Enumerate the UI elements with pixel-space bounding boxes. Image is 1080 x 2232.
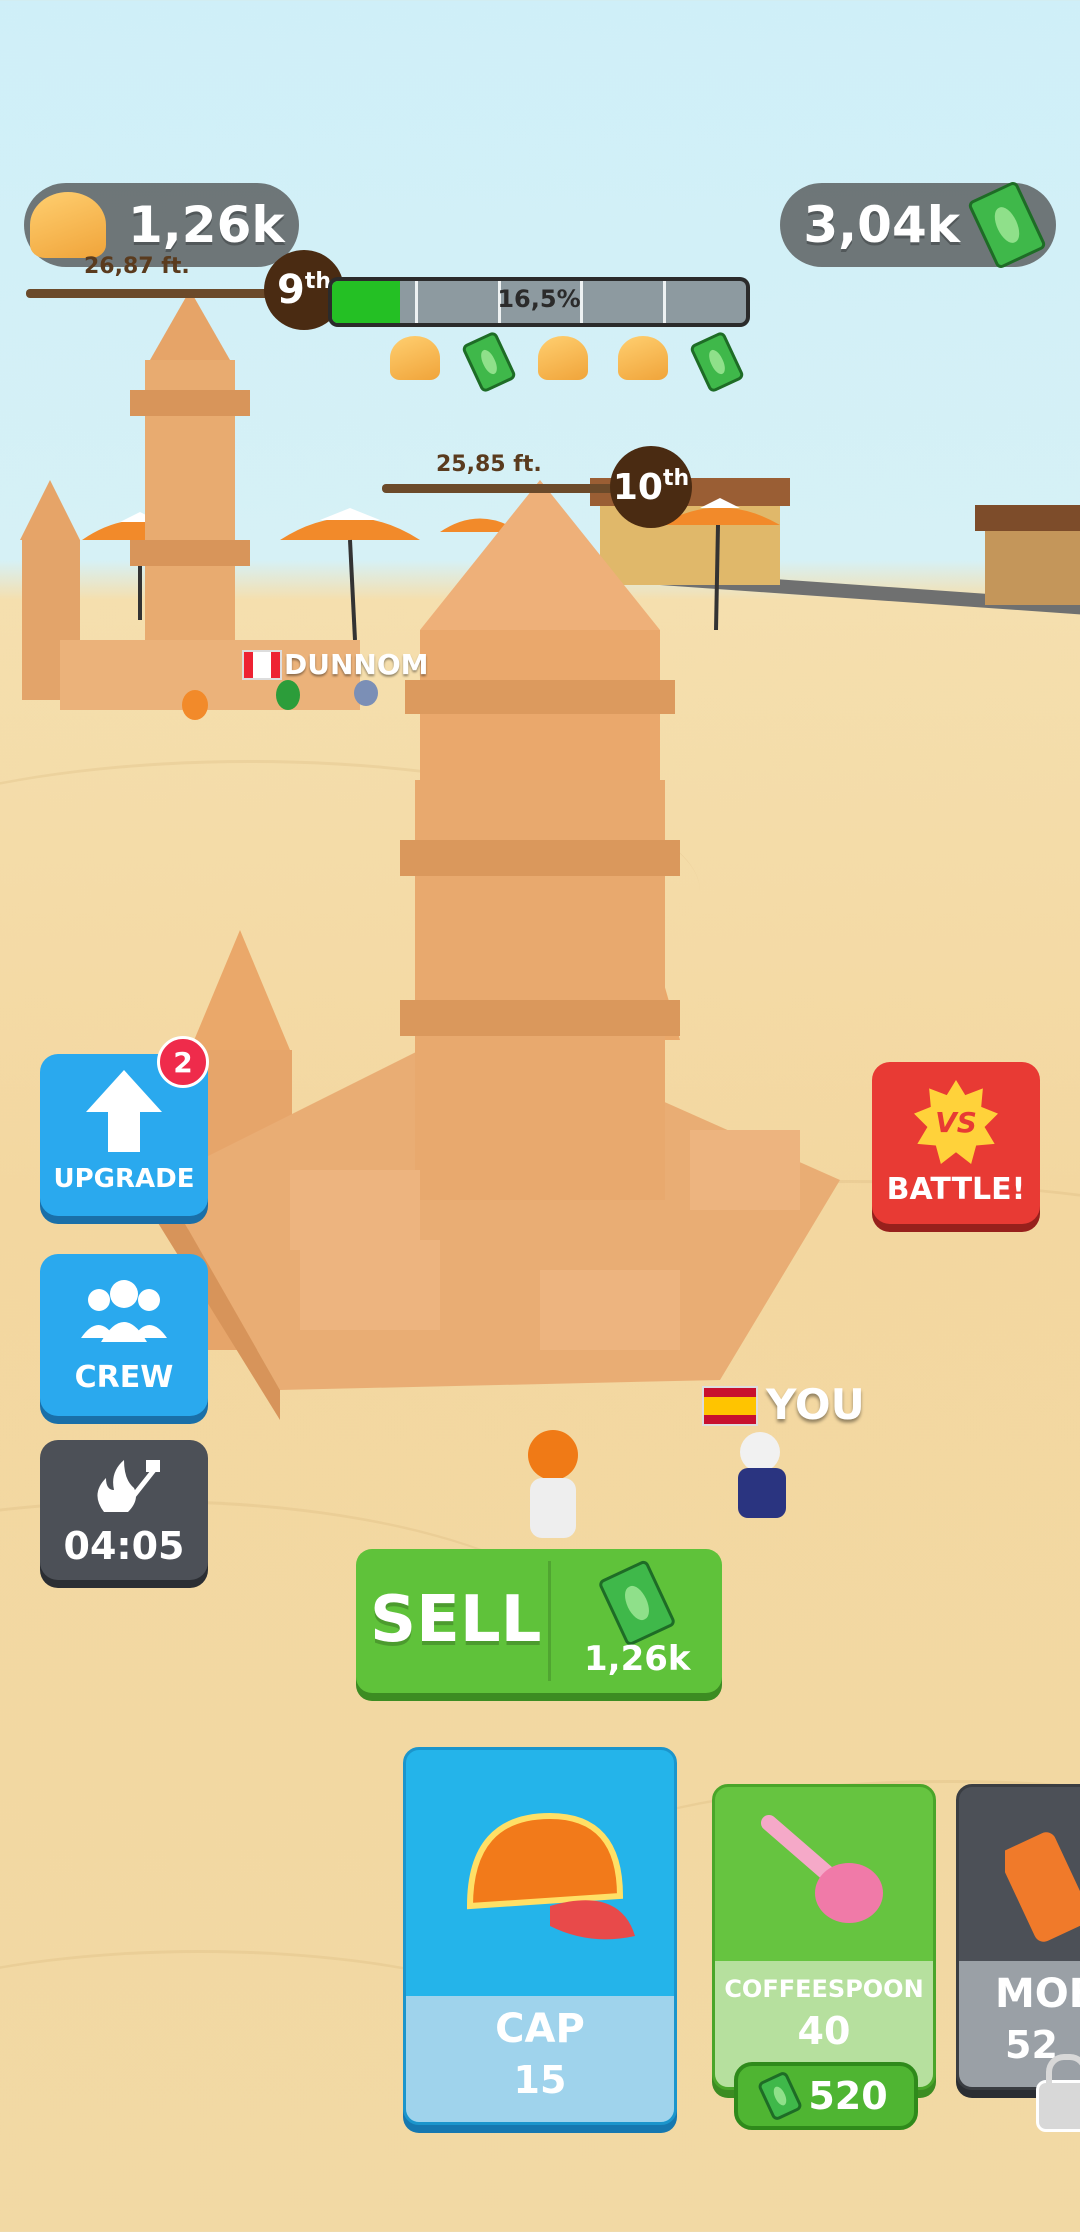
- fire-shovel-icon: [97, 1460, 160, 1512]
- crew-button[interactable]: CREW: [40, 1254, 208, 1416]
- rival-height-bar: [382, 484, 632, 493]
- sand-pile-icon: [30, 192, 106, 258]
- money-icon: [756, 2070, 804, 2122]
- upgrade-count-badge: 2: [157, 1036, 209, 1088]
- dig-boost-timer-button[interactable]: 04:05: [40, 1440, 208, 1580]
- crew-worker: [182, 690, 208, 720]
- vs-burst-icon: VS: [914, 1080, 998, 1164]
- money-icon: [597, 1558, 677, 1648]
- shop-item-coffeespoon[interactable]: COFFEESPOON 40: [712, 1784, 936, 2090]
- rival-name: DUNNOM: [284, 648, 429, 681]
- player-height-bar: [26, 289, 276, 298]
- sand-reward-icon: [538, 336, 588, 380]
- player-name: YOU: [766, 1380, 865, 1429]
- shop-item-name: CAP: [495, 2006, 585, 2052]
- shop-item-footer: CAP 15: [406, 1996, 674, 2122]
- shop-item-name: MOB: [995, 1971, 1080, 2017]
- rival-rank: 10th: [610, 446, 692, 528]
- upgrade-label: UPGRADE: [53, 1164, 195, 1194]
- shop-item-name: COFFEESPOON: [724, 1975, 924, 2003]
- spoon-icon: [761, 1815, 883, 1923]
- crew-icon: [81, 1280, 167, 1342]
- arrow-up-icon: [86, 1070, 162, 1152]
- lock-shackle: [1046, 2054, 1080, 2090]
- sand-reward-icon: [390, 336, 440, 380]
- sell-amount: 1,26k: [584, 1639, 691, 1679]
- player-character: [740, 1432, 780, 1472]
- money-icon: [966, 180, 1048, 270]
- player-character-body: [738, 1468, 786, 1518]
- battle-button[interactable]: VS BATTLE!: [872, 1062, 1040, 1224]
- sand-amount: 1,26k: [128, 196, 285, 254]
- worker-character-body: [530, 1478, 576, 1538]
- shop-item-cap[interactable]: CAP 15: [403, 1747, 677, 2125]
- mobile-phone-icon: [999, 1832, 1080, 1942]
- canada-flag: [242, 650, 282, 680]
- sand-reward-icon: [618, 336, 668, 380]
- progress-percent: 16,5%: [497, 285, 581, 313]
- crew-worker: [276, 680, 300, 710]
- crew-worker: [354, 680, 378, 706]
- crew-label: CREW: [74, 1360, 174, 1395]
- price-amount: 520: [808, 2074, 888, 2118]
- shop-item-mobile[interactable]: MOB 52: [956, 1784, 1080, 2090]
- player-height: 26,87 ft.: [84, 254, 190, 279]
- sell-divider: [548, 1561, 551, 1681]
- sell-button[interactable]: SELL 1,26k: [356, 1549, 722, 1693]
- rival-height: 25,85 ft.: [436, 452, 542, 477]
- coffeespoon-price-button[interactable]: 520: [734, 2062, 918, 2130]
- worker-character: [528, 1430, 578, 1480]
- cash-counter: 3,04k: [780, 180, 1056, 270]
- progress-rewards: [390, 330, 770, 394]
- player-sandcastle: [150, 480, 840, 1420]
- cap-icon: [466, 1812, 635, 1940]
- spain-flag: [702, 1386, 758, 1426]
- shop-item-value: 15: [513, 2058, 567, 2102]
- cash-amount: 3,04k: [803, 196, 960, 254]
- battle-label: BATTLE!: [886, 1172, 1026, 1207]
- boost-timer: 04:05: [63, 1524, 185, 1568]
- shop-item-value: 40: [797, 2009, 851, 2053]
- money-reward-icon: [688, 330, 746, 394]
- height-progress-bar: 16,5%: [328, 277, 750, 327]
- sell-label: SELL: [370, 1583, 542, 1657]
- money-reward-icon: [460, 330, 518, 394]
